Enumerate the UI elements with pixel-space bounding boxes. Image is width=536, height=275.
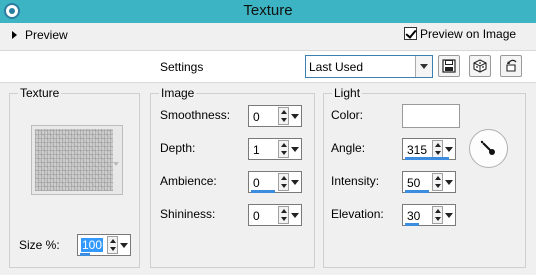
stepper-icon[interactable] xyxy=(278,107,289,125)
checkbox-checked-icon[interactable] xyxy=(404,27,417,40)
texture-swatch[interactable] xyxy=(31,125,123,195)
texture-preview-image xyxy=(35,129,113,191)
elevation-label: Elevation: xyxy=(331,207,384,221)
stepper-icon[interactable] xyxy=(107,236,118,254)
window-title: Texture xyxy=(243,2,293,19)
depth-label: Depth: xyxy=(160,141,196,155)
intensity-level-bar xyxy=(405,190,429,193)
shininess-value[interactable]: 0 xyxy=(253,209,260,223)
save-icon xyxy=(442,59,456,73)
chevron-down-icon[interactable] xyxy=(290,173,300,191)
depth-field[interactable]: 1 xyxy=(248,138,302,160)
expand-arrow-icon xyxy=(12,31,17,39)
color-label: Color: xyxy=(331,108,364,122)
intensity-label: Intensity: xyxy=(331,174,380,188)
size-level-bar xyxy=(80,253,90,256)
smoothness-value[interactable]: 0 xyxy=(253,110,260,124)
chevron-down-icon[interactable] xyxy=(444,173,454,191)
shininess-field[interactable]: 0 xyxy=(248,204,302,226)
angle-dial[interactable] xyxy=(469,129,508,168)
preview-on-image-checkbox[interactable]: Preview on Image xyxy=(404,27,516,41)
preview-on-image-label: Preview on Image xyxy=(420,27,517,41)
light-group-title: Light xyxy=(332,86,363,100)
preview-label: Preview xyxy=(25,28,68,42)
preview-row: Preview Preview on Image xyxy=(0,24,536,49)
chevron-down-icon[interactable] xyxy=(119,236,129,254)
chevron-down-icon[interactable] xyxy=(290,206,300,224)
settings-label: Settings xyxy=(160,60,204,74)
save-preset-button[interactable] xyxy=(438,55,460,77)
chevron-down-icon[interactable] xyxy=(113,162,119,166)
title-bar: Texture xyxy=(0,0,536,23)
size-field[interactable]: 100 xyxy=(77,234,131,256)
ambience-level-bar xyxy=(251,190,275,193)
elevation-level-bar xyxy=(405,223,419,226)
stepper-icon[interactable] xyxy=(432,140,443,158)
chevron-down-icon[interactable] xyxy=(290,140,300,158)
ambience-label: Ambience: xyxy=(160,174,217,188)
angle-label: Angle: xyxy=(331,141,366,155)
intensity-value[interactable]: 50 xyxy=(407,176,420,190)
stepper-icon[interactable] xyxy=(432,206,443,224)
preset-value: Last Used xyxy=(309,60,364,74)
size-label: Size %: xyxy=(19,238,60,252)
chevron-down-icon[interactable] xyxy=(444,140,454,158)
ambience-field[interactable]: 0 xyxy=(248,171,302,193)
stepper-icon[interactable] xyxy=(278,206,289,224)
angle-level-bar xyxy=(405,157,449,160)
elevation-field[interactable]: 30 xyxy=(402,204,456,226)
settings-panel: Settings Last Used xyxy=(0,50,536,83)
stepper-icon[interactable] xyxy=(278,173,289,191)
preset-dropdown[interactable]: Last Used xyxy=(305,55,433,78)
image-group-title: Image xyxy=(159,86,197,100)
reset-button[interactable] xyxy=(500,55,522,77)
ambience-value[interactable]: 0 xyxy=(253,176,260,190)
chevron-down-icon[interactable] xyxy=(444,206,454,224)
angle-field[interactable]: 315 xyxy=(402,138,456,160)
reset-icon xyxy=(506,59,517,72)
elevation-value[interactable]: 30 xyxy=(407,209,420,223)
intensity-field[interactable]: 50 xyxy=(402,171,456,193)
angle-value[interactable]: 315 xyxy=(407,143,427,157)
shininess-label: Shininess: xyxy=(160,207,216,221)
stepper-icon[interactable] xyxy=(432,173,443,191)
depth-value[interactable]: 1 xyxy=(253,143,260,157)
preview-toggle[interactable]: Preview xyxy=(12,28,68,42)
dice-icon xyxy=(473,59,487,73)
smoothness-field[interactable]: 0 xyxy=(248,105,302,127)
texture-group-title: Texture xyxy=(18,86,62,100)
chevron-down-icon[interactable] xyxy=(415,56,432,77)
stepper-icon[interactable] xyxy=(278,140,289,158)
chevron-down-icon[interactable] xyxy=(290,107,300,125)
light-color-swatch[interactable] xyxy=(402,104,460,128)
dial-needle-icon xyxy=(480,140,495,155)
size-value[interactable]: 100 xyxy=(81,238,104,252)
randomize-button[interactable] xyxy=(469,55,491,77)
smoothness-label: Smoothness: xyxy=(160,108,231,122)
